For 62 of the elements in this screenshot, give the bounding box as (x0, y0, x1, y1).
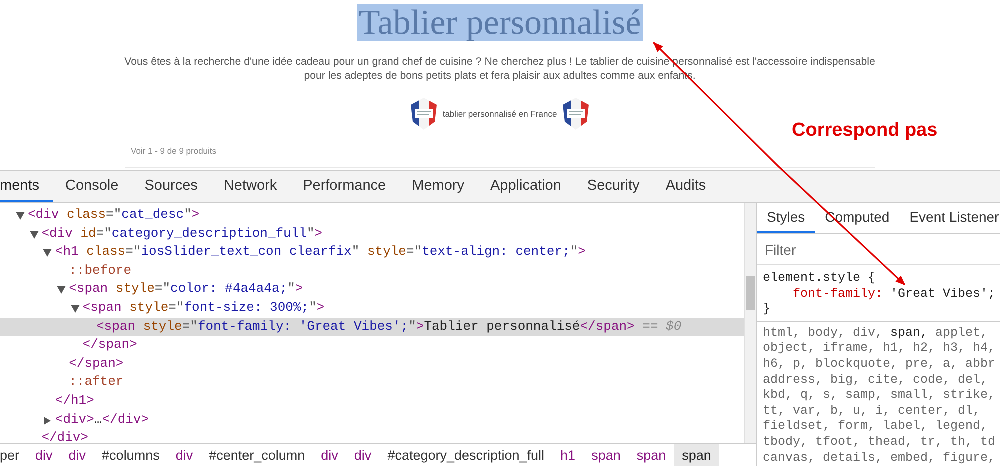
dom-node-line[interactable]: </span> (0, 354, 744, 374)
dom-node-line[interactable]: ::before (0, 262, 744, 280)
rule-selector-line: html, body, div, span, applet, (763, 326, 990, 342)
breadcrumb[interactable]: per (0, 444, 28, 466)
collapsed-triangle-icon[interactable] (43, 416, 52, 425)
breadcrumb[interactable]: div (346, 444, 380, 466)
rule-selector-line: tbody, tfoot, thead, tr, th, td (763, 434, 996, 451)
devtools-tab[interactable]: Memory (399, 171, 478, 202)
rule-selector-line: address, big, cite, code, del, (763, 372, 990, 388)
rule-selector-line: kbd, q, s, samp, small, strike, (763, 388, 996, 404)
rule-closing-brace: } (763, 302, 772, 318)
devtools-tab[interactable]: Network (210, 171, 290, 202)
rule-selector-line: h6, p, blockquote, pre, a, abbr (763, 356, 996, 373)
expanded-triangle-icon[interactable] (57, 286, 66, 294)
dom-node-line[interactable]: <h1 class="iosSlider_text_con clearfix" style="text-align: center;"> (0, 243, 744, 262)
breadcrumb[interactable]: div (313, 444, 346, 466)
annotation-text: Correspond pas (792, 120, 938, 142)
breadcrumb[interactable]: span (674, 444, 720, 466)
breadcrumb[interactable]: span (584, 444, 629, 466)
dom-node-line[interactable]: <div id="category_description_full"> (0, 224, 744, 244)
devtools-tab[interactable]: ments (0, 171, 52, 202)
dom-node-line[interactable]: <span style="font-size: 300%;"> (0, 298, 744, 318)
product-count: Voir 1 - 9 de 9 produits (131, 146, 217, 156)
expanded-triangle-icon[interactable] (43, 249, 52, 258)
expanded-triangle-icon[interactable] (70, 304, 80, 313)
breadcrumb[interactable]: #columns (94, 444, 168, 466)
breadcrumb[interactable]: div (28, 444, 61, 466)
breadcrumb[interactable]: #center_column (201, 444, 314, 466)
rule-selector-line: canvas, details, embed, figure, (763, 450, 996, 466)
breadcrumb[interactable]: #category_description_full (380, 444, 553, 466)
dom-node-line[interactable]: ::after (0, 373, 744, 392)
style-rule-selector: element.style { (763, 271, 877, 287)
breadcrumb[interactable]: div (168, 444, 202, 466)
badge-caption: tablier personnalisé en France (442, 109, 558, 119)
devtools-tab[interactable]: Performance (290, 171, 400, 202)
dom-node-line[interactable]: <div>…</div> (0, 410, 744, 430)
style-declaration[interactable]: font-family: 'Great Vibes'; (763, 286, 996, 302)
expanded-triangle-icon[interactable] (30, 230, 39, 239)
rule-selector-line: object, iframe, h1, h2, h3, h4, (763, 341, 996, 357)
tricolor-badge-icon (408, 97, 439, 131)
dom-node-line[interactable]: <div class="cat_desc"> (0, 206, 744, 225)
rule-selector-line: tt, var, b, u, i, center, dl, (763, 404, 982, 420)
breadcrumb[interactable]: div (60, 444, 94, 466)
devtools-tab[interactable]: Security (574, 171, 653, 202)
styles-pane-tab[interactable]: Event Listener (900, 203, 1000, 233)
devtools-tab[interactable]: Sources (132, 171, 211, 202)
dom-node-line[interactable]: </span> (0, 336, 744, 355)
expanded-triangle-icon[interactable] (16, 212, 25, 220)
dom-node-line[interactable]: <span style="color: #4a4a4a;"> (0, 280, 744, 299)
dom-node-line[interactable]: </h1> (0, 392, 744, 411)
devtools-tab[interactable]: Application (477, 171, 574, 202)
devtools-tab[interactable]: Console (52, 171, 132, 202)
rule-selector-line: fieldset, form, label, legend, (763, 419, 990, 435)
breadcrumb[interactable]: h1 (552, 444, 584, 466)
tricolor-badge-icon (561, 97, 592, 131)
scrollbar[interactable] (744, 203, 756, 443)
dom-node-line[interactable]: </div> (0, 429, 744, 443)
styles-pane-tab[interactable]: Styles (757, 203, 816, 233)
breadcrumb[interactable]: span (628, 444, 674, 466)
page-title: Tablier personnalisé (356, 4, 644, 41)
description-text: Vous êtes à la recherche d'une idée cadeau pour un grand chef de cuisine ? Ne cherchez plus ! Le tablier de cuisine personnalisé est l'accessoire indispensable (124, 55, 876, 69)
devtools-tab[interactable]: Audits (652, 171, 720, 202)
